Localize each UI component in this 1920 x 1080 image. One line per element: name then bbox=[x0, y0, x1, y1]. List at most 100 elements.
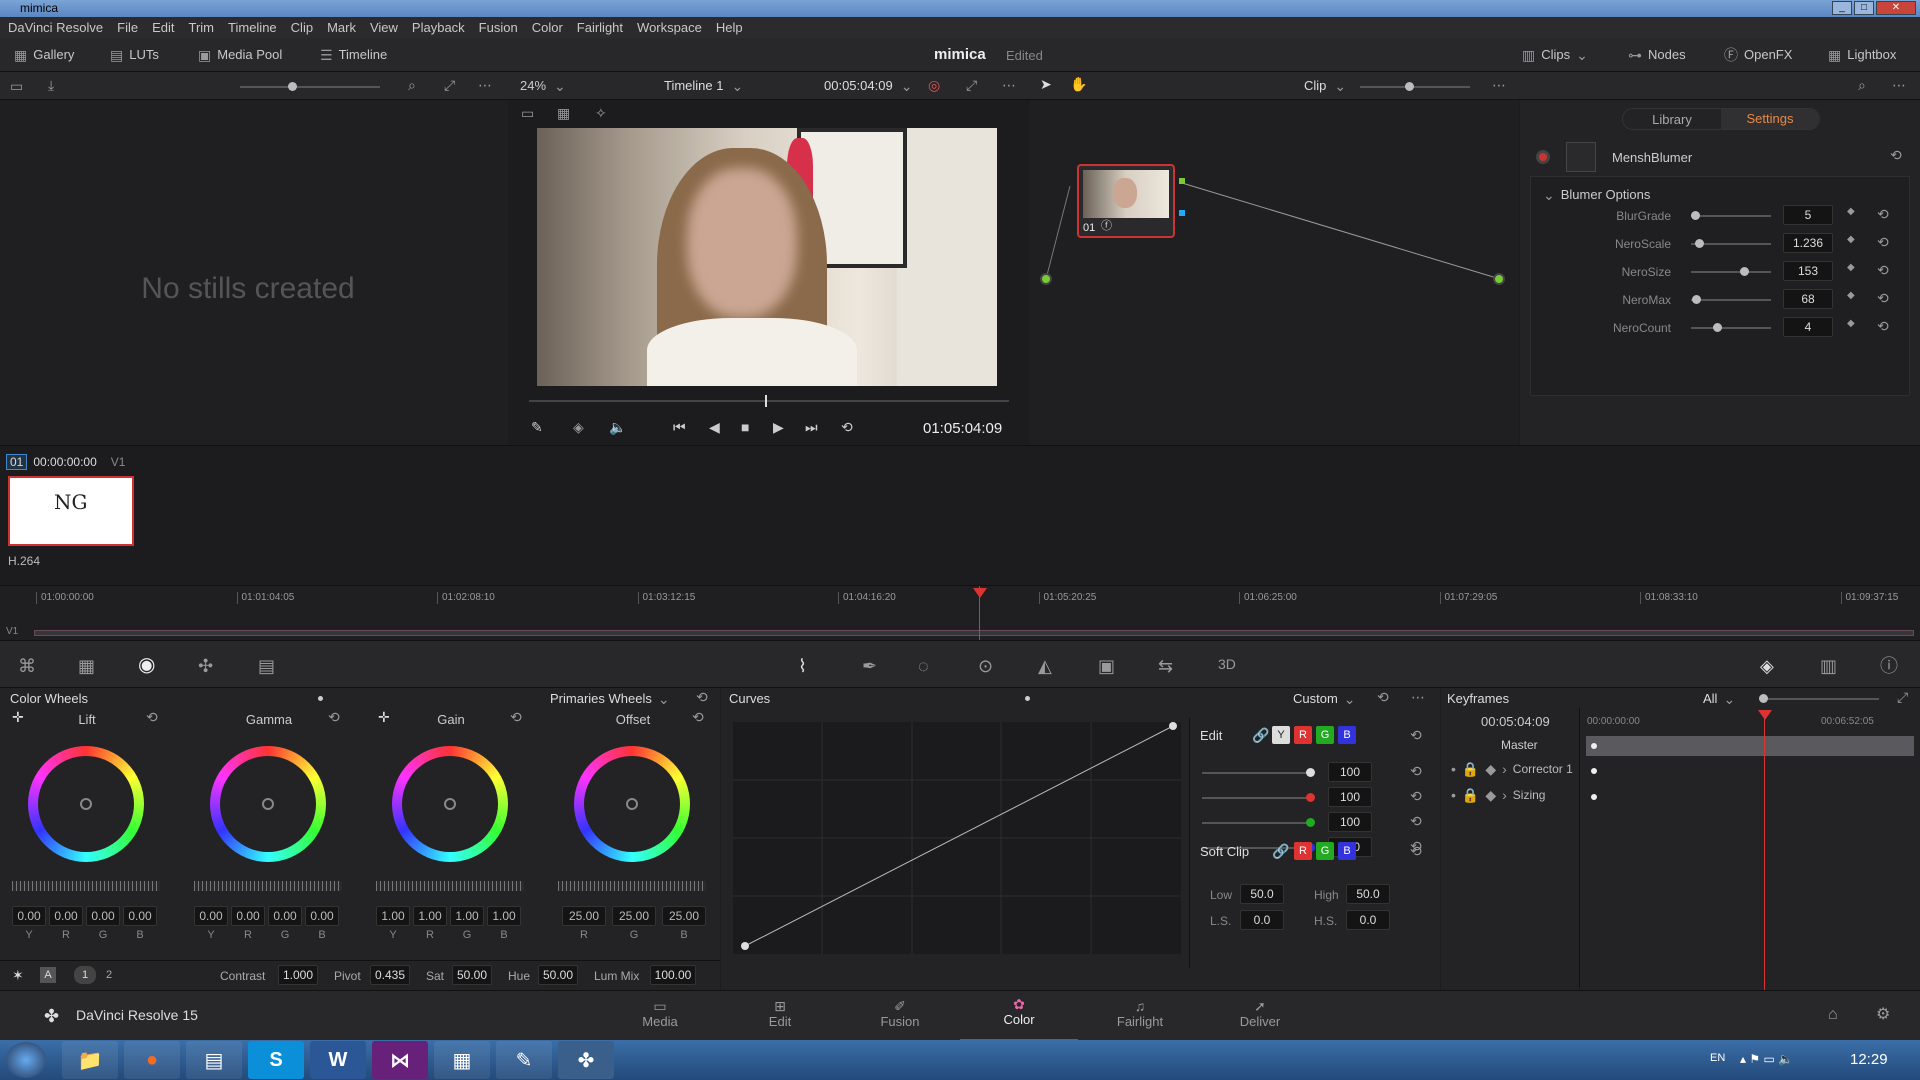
more-icon[interactable]: ⋯ bbox=[1411, 690, 1425, 704]
mini-timeline[interactable]: 01:00:00:00 01:01:04:05 01:02:08:10 01:03:1… bbox=[0, 585, 1920, 641]
loop-icon[interactable]: ⟲ bbox=[841, 420, 853, 434]
split-icon[interactable]: ▭ bbox=[521, 106, 534, 120]
param-value[interactable]: 153 bbox=[1783, 261, 1833, 281]
grid-icon[interactable]: ▦ bbox=[557, 106, 570, 120]
curves-mode-dropdown[interactable]: Custom ⌄ bbox=[1293, 691, 1356, 706]
window-icon[interactable]: ◌ bbox=[918, 657, 929, 675]
auto-icon[interactable]: A bbox=[40, 967, 56, 983]
reset-icon[interactable]: ⟲ bbox=[1890, 148, 1902, 162]
hand-icon[interactable]: ✋ bbox=[1070, 77, 1087, 91]
keyframe-diamond-icon[interactable]: ◆ bbox=[1847, 319, 1855, 329]
intensity-value[interactable]: 100 bbox=[1328, 762, 1372, 782]
reset-icon[interactable]: ⟲ bbox=[1877, 235, 1889, 249]
wheel-value[interactable]: 25.00 bbox=[562, 906, 606, 926]
layers-icon[interactable]: ◈ bbox=[573, 420, 584, 434]
camera-raw-icon[interactable]: ⌘ bbox=[18, 657, 36, 675]
skip-back-icon[interactable]: ⏮ bbox=[673, 420, 686, 434]
param-slider[interactable] bbox=[1691, 211, 1771, 220]
page-2-button[interactable]: 2 bbox=[98, 966, 120, 984]
intensity-value[interactable]: 100 bbox=[1328, 812, 1372, 832]
tab-settings[interactable]: Settings bbox=[1721, 109, 1819, 129]
auto-balance-icon[interactable]: ✶ bbox=[12, 968, 24, 982]
reset-icon[interactable]: ⟲ bbox=[1877, 291, 1889, 305]
ls-field[interactable]: 0.0 bbox=[1240, 910, 1284, 930]
davinci-icon[interactable]: ✤ bbox=[558, 1041, 614, 1079]
nodes-button[interactable]: ⊶ Nodes bbox=[1628, 47, 1686, 62]
word-icon[interactable]: W bbox=[310, 1041, 366, 1079]
tray-icons[interactable]: ▴ ⚑ ▭ 🔈 bbox=[1740, 1052, 1793, 1066]
b-channel-button[interactable]: B bbox=[1338, 726, 1356, 744]
intensity-value[interactable]: 100 bbox=[1328, 787, 1372, 807]
motion-effects-icon[interactable]: ▤ bbox=[258, 657, 275, 675]
blur-icon[interactable]: ◭ bbox=[1038, 657, 1052, 675]
param-value[interactable]: 5 bbox=[1783, 205, 1833, 225]
curve-graph[interactable] bbox=[733, 722, 1181, 954]
home-icon[interactable]: ⌂ bbox=[1828, 1007, 1838, 1023]
minimize-button[interactable]: _ bbox=[1832, 1, 1852, 15]
contrast-field[interactable]: 1.000 bbox=[278, 965, 318, 985]
pointer-icon[interactable]: ➤ bbox=[1040, 77, 1052, 91]
info-icon[interactable]: ⓘ bbox=[1880, 657, 1898, 675]
skip-forward-icon[interactable]: ⏭ bbox=[805, 420, 818, 434]
sat-field[interactable]: 50.00 bbox=[452, 965, 492, 985]
reset-icon[interactable]: ⟲ bbox=[1410, 844, 1422, 858]
keyframes-filter[interactable]: All ⌄ bbox=[1703, 691, 1735, 706]
magic-wand-icon[interactable]: ✧ bbox=[595, 106, 607, 120]
page-media[interactable]: ▭ Media bbox=[630, 999, 690, 1029]
wheel-value[interactable]: 1.00 bbox=[487, 906, 521, 926]
gallery-zoom-slider[interactable] bbox=[240, 82, 380, 91]
softclip-r-button[interactable]: R bbox=[1294, 842, 1312, 860]
pivot-field[interactable]: 0.435 bbox=[370, 965, 410, 985]
corrector-node[interactable]: 01 ⓕ bbox=[1077, 164, 1175, 238]
skype-icon[interactable]: S bbox=[248, 1041, 304, 1079]
keyframe-diamond-icon[interactable]: ◆ bbox=[1847, 207, 1855, 217]
master-wheel-dial[interactable] bbox=[12, 881, 160, 891]
search-icon[interactable]: ⌕ bbox=[1858, 78, 1866, 92]
high-field[interactable]: 50.0 bbox=[1346, 884, 1390, 904]
g-channel-button[interactable]: G bbox=[1316, 726, 1334, 744]
wheel-value[interactable]: 0.00 bbox=[12, 906, 46, 926]
download-icon[interactable]: ⤓ bbox=[48, 78, 54, 92]
page-dot[interactable] bbox=[318, 696, 323, 701]
menu-item-fairlight[interactable]: Fairlight bbox=[577, 20, 623, 35]
wheel-value[interactable]: 0.00 bbox=[194, 906, 228, 926]
play-reverse-icon[interactable]: ◀ bbox=[709, 420, 720, 434]
key-icon[interactable]: ▣ bbox=[1098, 657, 1115, 675]
visual-studio-icon[interactable]: ⋈ bbox=[372, 1041, 428, 1079]
hue-field[interactable]: 50.00 bbox=[538, 965, 578, 985]
menu-item-clip[interactable]: Clip bbox=[291, 20, 313, 35]
luts-button[interactable]: ▤ LUTs bbox=[110, 47, 159, 62]
lightbox-button[interactable]: ▦ Lightbox bbox=[1828, 47, 1896, 62]
reset-icon[interactable]: ⟲ bbox=[146, 710, 158, 724]
softclip-b-button[interactable]: B bbox=[1338, 842, 1356, 860]
menu-item-timeline[interactable]: Timeline bbox=[228, 20, 277, 35]
crosshair-icon[interactable]: ✛ bbox=[378, 710, 390, 724]
tracker-icon[interactable]: ⊙ bbox=[978, 657, 993, 675]
keyframe-diamond-icon[interactable]: ◆ bbox=[1847, 235, 1855, 245]
tab-library[interactable]: Library bbox=[1623, 112, 1721, 127]
more-icon[interactable]: ⋯ bbox=[1492, 78, 1506, 92]
master-track[interactable] bbox=[1586, 736, 1914, 756]
page-color[interactable]: ✿ Color bbox=[960, 997, 1078, 1041]
openfx-button[interactable]: Ⓕ OpenFX bbox=[1724, 47, 1792, 62]
keyframe-row-sizing[interactable]: • 🔒 ◆ › Sizing bbox=[1451, 788, 1545, 802]
color-picker-icon[interactable]: ◎ bbox=[928, 78, 940, 92]
link-icon[interactable]: 🔗 bbox=[1272, 844, 1289, 858]
keyframe-diamond-icon[interactable]: ◆ bbox=[1847, 291, 1855, 301]
reset-icon[interactable]: ⟲ bbox=[1877, 207, 1889, 221]
keyframe-zoom-slider[interactable] bbox=[1759, 694, 1879, 703]
param-value[interactable]: 1.236 bbox=[1783, 233, 1833, 253]
intensity-slider[interactable] bbox=[1202, 768, 1315, 777]
menu-item-fusion[interactable]: Fusion bbox=[479, 20, 518, 35]
softclip-g-button[interactable]: G bbox=[1316, 842, 1334, 860]
curves-icon[interactable]: ⌇ bbox=[798, 657, 807, 675]
reset-icon[interactable]: ⟲ bbox=[1877, 263, 1889, 277]
volume-icon[interactable]: 🔈 bbox=[609, 420, 626, 434]
y-channel-button[interactable]: Y bbox=[1272, 726, 1290, 744]
param-value[interactable]: 68 bbox=[1783, 289, 1833, 309]
page-fairlight[interactable]: ♫ Fairlight bbox=[1110, 999, 1170, 1029]
scrubber-bar[interactable] bbox=[529, 395, 1009, 407]
param-slider[interactable] bbox=[1691, 267, 1771, 276]
paint-icon[interactable]: ✎ bbox=[496, 1041, 552, 1079]
wheel-value[interactable]: 0.00 bbox=[86, 906, 120, 926]
